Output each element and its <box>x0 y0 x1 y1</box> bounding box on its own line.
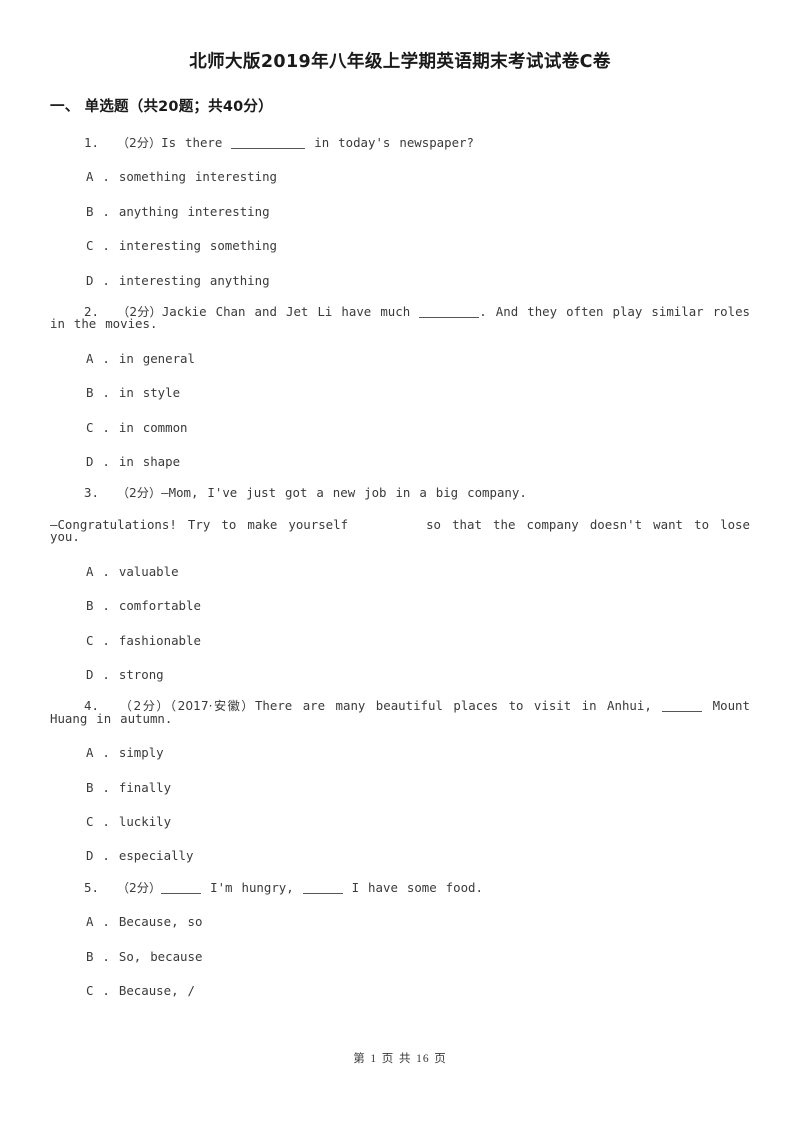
option-letter: B <box>86 948 94 964</box>
question-text-before: Is there <box>161 135 223 150</box>
option-item[interactable]: C . interesting something <box>50 218 750 252</box>
option-text: in general <box>118 350 195 366</box>
option-letter: B <box>86 385 94 401</box>
option-letter: C <box>86 982 94 998</box>
question-stem: 5. （2分） I'm hungry, I have some food. <box>50 863 750 894</box>
question-points: （2分） <box>116 136 162 150</box>
option-item[interactable]: D . strong <box>50 647 750 681</box>
option-letter: C <box>86 419 94 435</box>
question-points: （2分） <box>116 486 162 501</box>
answer-blank <box>662 711 703 713</box>
option-item[interactable]: D . especially <box>50 828 750 864</box>
option-letter: D <box>86 666 94 682</box>
option-letter: A <box>86 350 94 366</box>
option-item[interactable]: A . something interesting <box>50 149 750 185</box>
option-item[interactable]: C . in common <box>50 400 750 434</box>
option-text: fashionable <box>118 632 201 648</box>
option-letter: D <box>86 272 94 288</box>
option-text: luckily <box>118 813 172 829</box>
question-number: 1. <box>84 135 99 150</box>
option-letter: A <box>86 563 94 579</box>
option-item[interactable]: B . comfortable <box>50 578 750 612</box>
option-item[interactable]: A . simply <box>50 725 750 759</box>
question-dialogue-line-2: —Congratulations! Try to make yourself so… <box>50 500 750 544</box>
footer-total-pages: 16 <box>416 1053 430 1065</box>
option-item[interactable]: C . luckily <box>50 794 750 828</box>
option-letter: B <box>86 203 94 219</box>
question-stem: 3. （2分）—Mom, I've just got a new job in … <box>50 468 750 501</box>
footer-middle: 页 共 <box>381 1051 412 1065</box>
option-letter: C <box>86 632 94 648</box>
question-stem: 1. （2分）Is there in today's newspaper? <box>50 118 750 149</box>
option-item[interactable]: D . in shape <box>50 434 750 468</box>
option-text: strong <box>118 666 164 682</box>
option-item[interactable]: A . valuable <box>50 544 750 578</box>
option-text: especially <box>118 848 194 864</box>
option-text: comfortable <box>118 598 201 614</box>
option-item[interactable]: D . interesting anything <box>50 253 750 287</box>
option-item[interactable]: A . Because, so <box>50 894 750 928</box>
option-item[interactable]: B . So, because <box>50 929 750 963</box>
question-text-before: Jackie Chan and Jet Li have much <box>161 304 411 320</box>
option-text: something interesting <box>118 169 278 185</box>
option-text: finally <box>118 779 172 795</box>
section-heading: 一、 单选题（共20题；共40分） <box>50 99 273 115</box>
option-letter: B <box>86 598 94 614</box>
footer-prefix: 第 <box>353 1051 366 1065</box>
option-item[interactable]: C . fashionable <box>50 613 750 647</box>
option-letter: A <box>86 914 94 930</box>
option-text: valuable <box>118 563 179 579</box>
option-text: interesting anything <box>118 272 270 288</box>
option-text: So, because <box>118 948 203 964</box>
option-letter: D <box>86 454 94 470</box>
question-text-after: in today's newspaper? <box>314 135 474 150</box>
footer-current-page: 1 <box>370 1053 378 1065</box>
option-text: simply <box>118 745 164 761</box>
question-text-mid: I'm hungry, <box>210 879 294 895</box>
question-stem: 2. （2分）Jackie Chan and Jet Li have much … <box>50 287 750 331</box>
option-text: Because, so <box>118 914 203 930</box>
option-item[interactable]: C . Because, / <box>50 963 750 997</box>
option-text: interesting something <box>118 238 278 254</box>
answer-blank <box>419 317 480 319</box>
answer-blank <box>302 892 343 894</box>
question-number: 5. <box>84 879 99 895</box>
option-item[interactable]: B . in style <box>50 365 750 399</box>
option-text: in style <box>118 385 181 401</box>
footer-suffix: 页 <box>434 1051 447 1065</box>
option-item[interactable]: B . finally <box>50 760 750 794</box>
option-letter: B <box>86 779 94 795</box>
option-text: in shape <box>118 454 181 470</box>
question-points: （2分） <box>116 880 162 895</box>
question-text-before: —Congratulations! Try to make yourself <box>50 516 349 532</box>
option-letter: A <box>86 745 94 761</box>
page-footer: 第 1 页 共 16 页 <box>0 1050 800 1066</box>
question-text-before: There are many beautiful places to visit… <box>254 698 652 714</box>
answer-blank <box>231 148 306 149</box>
option-item[interactable]: A . in general <box>50 331 750 365</box>
option-text: Because, / <box>118 982 195 998</box>
answer-blank <box>161 892 202 894</box>
page-title: 北师大版2019年八年级上学期英语期末考试试卷C卷 <box>189 52 611 72</box>
question-text-after: I have some food. <box>351 879 483 895</box>
option-text: in common <box>118 419 188 435</box>
question-stem: 4. （2分）（2017·安徽）There are many beautiful… <box>50 681 750 725</box>
exam-page: 北师大版2019年八年级上学期英语期末考试试卷C卷 一、 单选题（共20题；共4… <box>0 0 800 1132</box>
question-source-tag: （2017·安徽） <box>170 699 255 714</box>
option-letter: A <box>86 169 94 185</box>
option-letter: C <box>86 238 94 254</box>
question-dialogue-line-1: —Mom, I've just got a new job in a big c… <box>161 485 527 501</box>
option-letter: D <box>86 848 94 864</box>
option-text: anything interesting <box>118 203 270 219</box>
question-number: 3. <box>84 485 99 501</box>
option-letter: C <box>86 813 94 829</box>
option-item[interactable]: B . anything interesting <box>50 184 750 218</box>
